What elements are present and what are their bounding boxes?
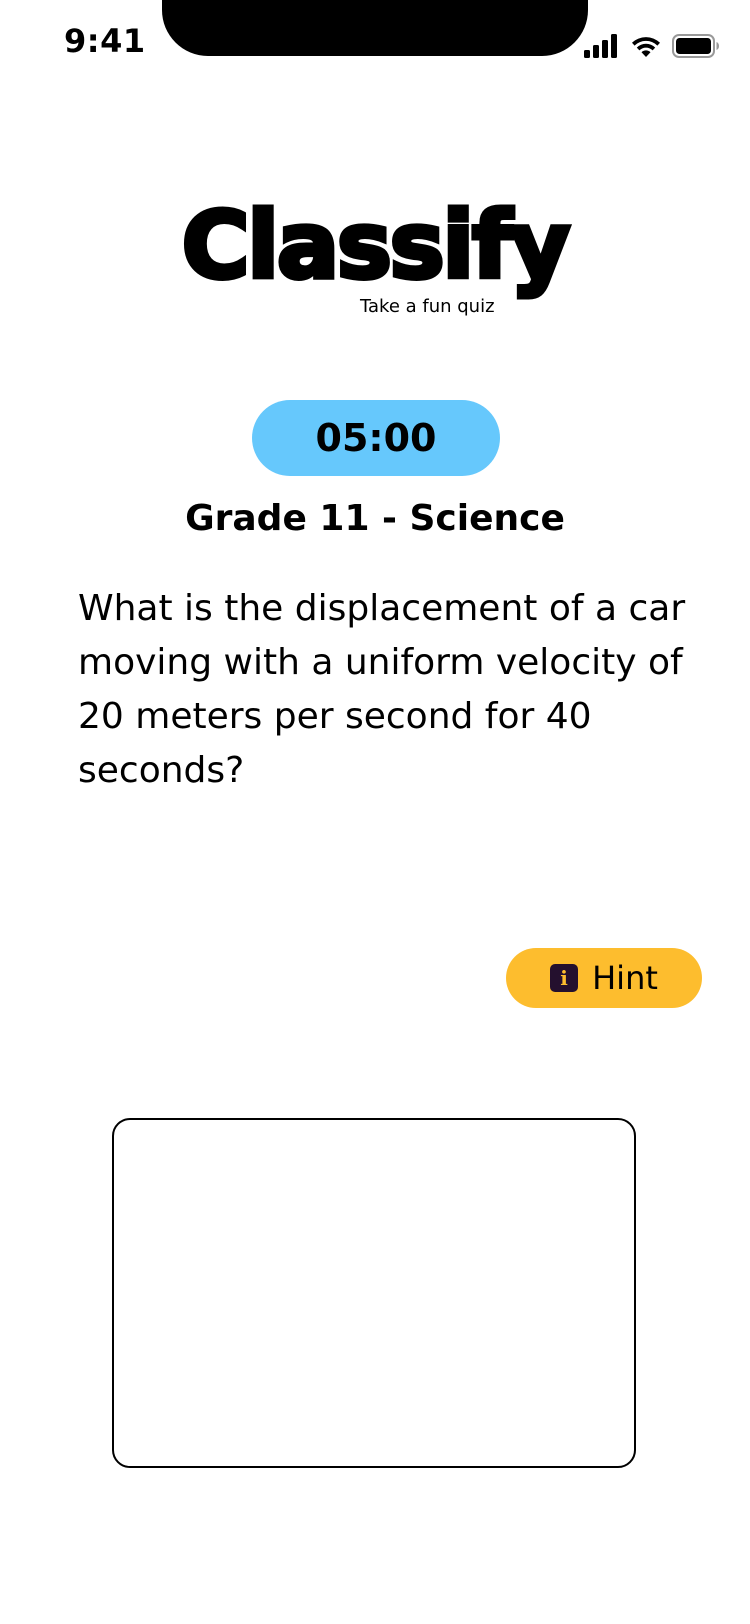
device-notch	[162, 0, 588, 56]
countdown-timer: 05:00	[252, 400, 500, 476]
logo-subtitle: Take a fun quiz	[360, 296, 495, 317]
status-bar: 9:41	[0, 0, 750, 96]
info-icon: i	[550, 964, 579, 992]
logo-title: Classify	[179, 192, 572, 299]
quiz-subject: Grade 11 - Science	[185, 498, 565, 539]
quiz-question: What is the displacement of a car moving…	[78, 588, 686, 791]
answer-input[interactable]	[112, 1118, 636, 1468]
app-logo: Classify Take a fun quiz	[0, 192, 750, 317]
battery-icon	[672, 34, 719, 58]
status-time: 9:41	[64, 22, 146, 60]
hint-button[interactable]: i Hint	[506, 948, 702, 1008]
hint-button-label: Hint	[592, 959, 658, 997]
cellular-signal-icon	[584, 34, 617, 58]
wifi-icon	[632, 37, 660, 57]
status-icons	[584, 30, 720, 62]
